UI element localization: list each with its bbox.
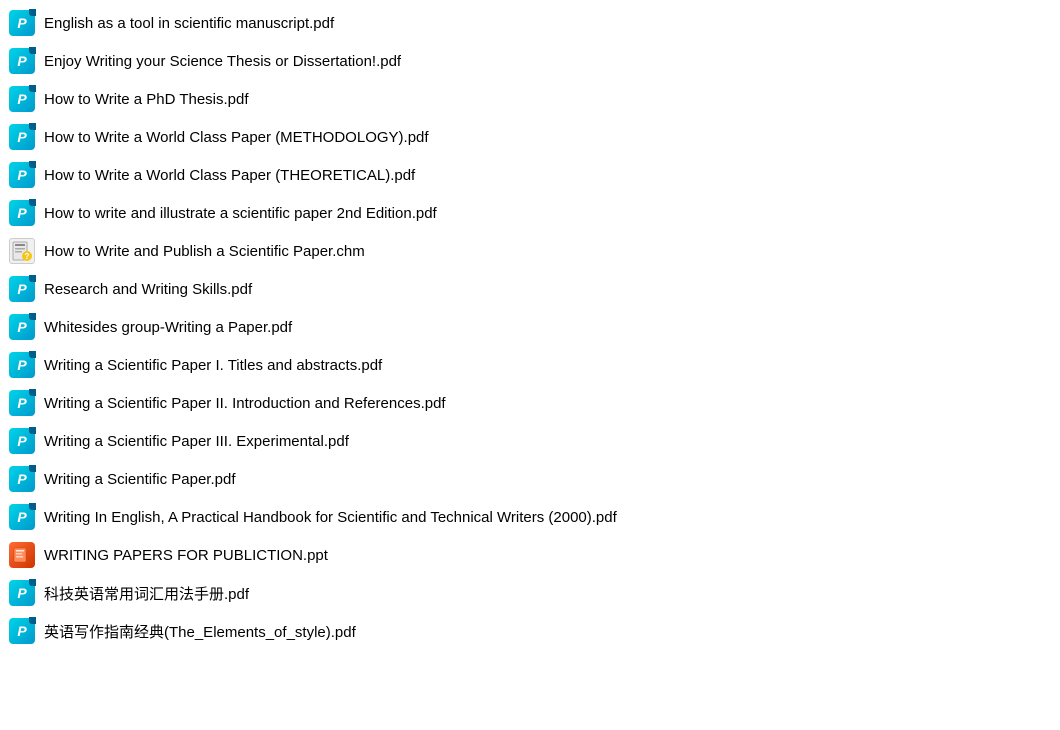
list-item[interactable]: P How to Write a World Class Paper (METH…: [0, 118, 1060, 156]
list-item[interactable]: WRITING PAPERS FOR PUBLICTION.ppt: [0, 536, 1060, 574]
list-item[interactable]: P Research and Writing Skills.pdf: [0, 270, 1060, 308]
ppt-icon: [8, 541, 36, 569]
file-name: Writing a Scientific Paper I. Titles and…: [44, 357, 382, 374]
list-item[interactable]: P How to Write a PhD Thesis.pdf: [0, 80, 1060, 118]
file-name: Writing a Scientific Paper.pdf: [44, 471, 235, 488]
list-item[interactable]: P Writing a Scientific Paper II. Introdu…: [0, 384, 1060, 422]
file-name: Writing a Scientific Paper III. Experime…: [44, 433, 349, 450]
list-item[interactable]: P How to Write a World Class Paper (THEO…: [0, 156, 1060, 194]
file-name: Enjoy Writing your Science Thesis or Dis…: [44, 53, 401, 70]
pdf-icon: P: [8, 199, 36, 227]
file-name: How to Write a PhD Thesis.pdf: [44, 91, 249, 108]
list-item[interactable]: P Writing In English, A Practical Handbo…: [0, 498, 1060, 536]
pdf-icon: P: [8, 579, 36, 607]
file-name: How to write and illustrate a scientific…: [44, 205, 437, 222]
pdf-icon: P: [8, 351, 36, 379]
pdf-icon: P: [8, 427, 36, 455]
chm-icon: ?: [8, 237, 36, 265]
pdf-icon: P: [8, 617, 36, 645]
file-name: Whitesides group-Writing a Paper.pdf: [44, 319, 292, 336]
list-item[interactable]: P Writing a Scientific Paper.pdf: [0, 460, 1060, 498]
pdf-icon: P: [8, 9, 36, 37]
list-item[interactable]: P Enjoy Writing your Science Thesis or D…: [0, 42, 1060, 80]
pdf-icon: P: [8, 389, 36, 417]
list-item[interactable]: ? How to Write and Publish a Scientific …: [0, 232, 1060, 270]
pdf-icon: P: [8, 161, 36, 189]
file-name: Research and Writing Skills.pdf: [44, 281, 252, 298]
list-item[interactable]: P 英语写作指南经典(The_Elements_of_style).pdf: [0, 612, 1060, 650]
pdf-icon: P: [8, 503, 36, 531]
file-name: How to Write a World Class Paper (METHOD…: [44, 129, 429, 146]
pdf-icon: P: [8, 275, 36, 303]
file-name: 英语写作指南经典(The_Elements_of_style).pdf: [44, 621, 356, 642]
file-name: English as a tool in scientific manuscri…: [44, 15, 334, 32]
list-item[interactable]: P How to write and illustrate a scientif…: [0, 194, 1060, 232]
list-item[interactable]: P English as a tool in scientific manusc…: [0, 4, 1060, 42]
file-name: WRITING PAPERS FOR PUBLICTION.ppt: [44, 547, 328, 564]
file-name: 科技英语常用词汇用法手册.pdf: [44, 583, 249, 604]
list-item[interactable]: P Writing a Scientific Paper I. Titles a…: [0, 346, 1060, 384]
file-name: How to Write a World Class Paper (THEORE…: [44, 167, 415, 184]
pdf-icon: P: [8, 47, 36, 75]
file-name: Writing In English, A Practical Handbook…: [44, 509, 617, 526]
file-list: P English as a tool in scientific manusc…: [0, 0, 1060, 654]
pdf-icon: P: [8, 465, 36, 493]
pdf-icon: P: [8, 123, 36, 151]
file-name: How to Write and Publish a Scientific Pa…: [44, 243, 365, 260]
file-name: Writing a Scientific Paper II. Introduct…: [44, 395, 446, 412]
list-item[interactable]: P Writing a Scientific Paper III. Experi…: [0, 422, 1060, 460]
list-item[interactable]: P 科技英语常用词汇用法手册.pdf: [0, 574, 1060, 612]
list-item[interactable]: P Whitesides group-Writing a Paper.pdf: [0, 308, 1060, 346]
pdf-icon: P: [8, 313, 36, 341]
pdf-icon: P: [8, 85, 36, 113]
